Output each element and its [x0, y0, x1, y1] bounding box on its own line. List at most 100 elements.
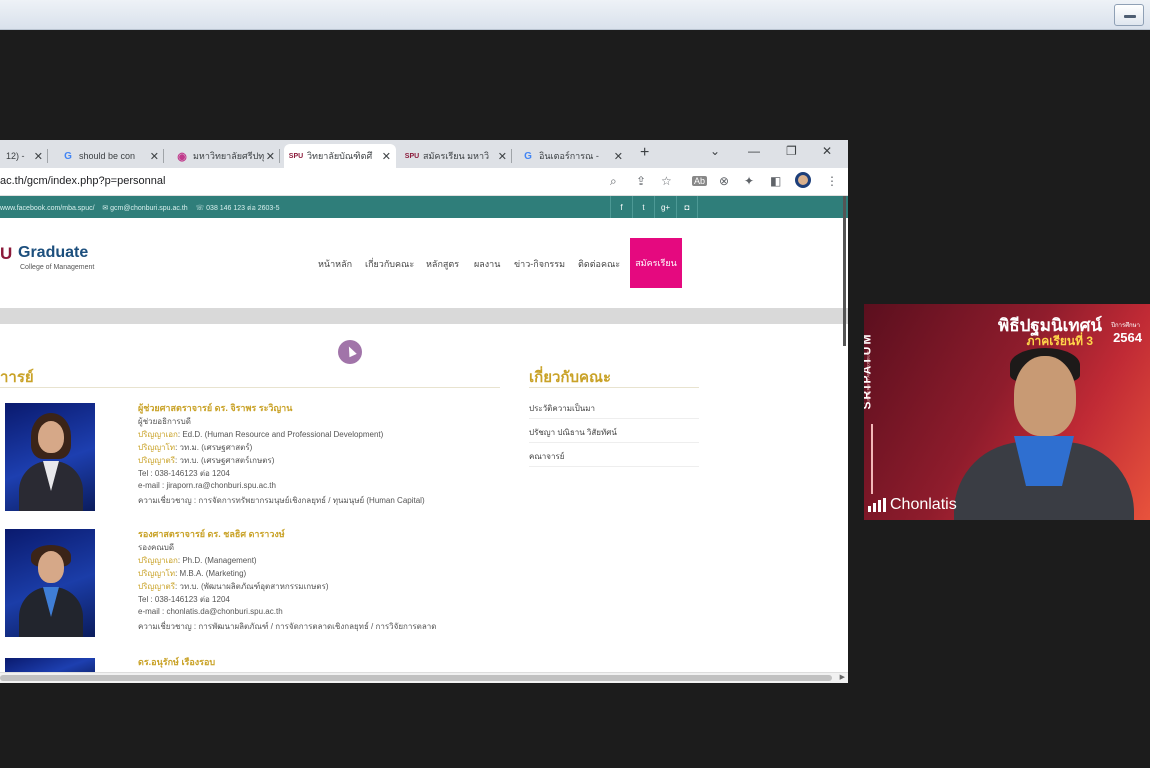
faculty-detail: ปริญญาเอก: Ed.D. (Human Resource and Pro…	[138, 430, 384, 439]
section-title: าารย์	[0, 369, 34, 386]
share-icon[interactable]: ⇪	[636, 174, 646, 188]
faculty-role: รองคณบดี	[138, 543, 175, 552]
participant-video-tile[interactable]: SRIPATUM UNIVERSITY AT CHONBURI พิธีปฐมน…	[864, 304, 1150, 520]
nav-about[interactable]: เกี่ยวกับคณะ	[365, 257, 414, 271]
phone-text: ☏ 038 146 123 ต่อ 2603-5	[195, 205, 280, 212]
address-bar[interactable]: ac.th/gcm/index.php?p=personnal ⌕ ⇪ ☆ Ab…	[0, 168, 848, 196]
contact-info: www.facebook.com/mba.spuc/ ✉ gcm@chonbur…	[0, 203, 280, 214]
scrollbar-thumb[interactable]	[0, 675, 832, 681]
apply-button[interactable]: สมัครเรียน	[630, 238, 682, 288]
twitter-icon[interactable]: t	[632, 196, 654, 218]
shared-browser-window: 12) - ✕ G should be con ✕ ◉ มหาวิทยาลัยศ…	[0, 140, 848, 683]
faculty-name[interactable]: ดร.อนุรักษ์ เรืองรอบ	[138, 655, 215, 669]
faculty-name[interactable]: รองศาสตราจารย์ ดร. ชลธิศ ดาราวงษ์	[138, 527, 285, 541]
web-page: www.facebook.com/mba.spuc/ ✉ gcm@chonbur…	[0, 196, 848, 683]
google-icon: G	[64, 150, 72, 162]
nav-works[interactable]: ผลงาน	[474, 257, 500, 271]
tab-title: อินเตอร์การณ -	[539, 151, 599, 161]
minimize-icon	[1124, 15, 1136, 18]
faculty-name[interactable]: ผู้ช่วยศาสตราจารย์ ดร. จิราพร ระวิญาน	[138, 401, 292, 415]
faculty-expertise: ความเชี่ยวชาญ : การพัฒนาผลิตภัณฑ์ / การจ…	[138, 622, 437, 631]
browser-tab[interactable]: G อินเตอร์การณ - ✕	[516, 144, 628, 168]
scroll-right-icon[interactable]: ▶	[840, 673, 845, 681]
tab-title: should be con	[79, 151, 136, 161]
browser-tab[interactable]: G should be con ✕	[56, 144, 164, 168]
host-app-titlebar	[0, 0, 1150, 30]
instagram-icon[interactable]: ◘	[676, 196, 698, 218]
close-tab-icon[interactable]: ✕	[150, 150, 159, 163]
browser-tab[interactable]: SPU สมัครเรียน มหาวิ ✕	[400, 144, 512, 168]
sidebar-item-faculty[interactable]: คณาจารย์	[529, 450, 564, 463]
close-tab-icon[interactable]: ✕	[34, 150, 43, 163]
logo-mark[interactable]: U	[0, 244, 12, 264]
participant-face	[1014, 356, 1076, 436]
faculty-email[interactable]: e-mail : jiraporn.ra@chonburi.spu.ac.th	[138, 481, 276, 490]
spu-icon: SPU	[404, 152, 420, 160]
zoom-icon[interactable]: ⌕	[610, 174, 617, 189]
email-link[interactable]: ✉ gcm@chonburi.spu.ac.th	[102, 205, 187, 212]
profile-avatar[interactable]	[795, 172, 811, 188]
faculty-detail: ปริญญาตรี: วท.บ. (เศรษฐศาสตร์เกษตร)	[138, 456, 275, 465]
restore-icon[interactable]: ❐	[786, 144, 797, 158]
tab-strip: 12) - ✕ G should be con ✕ ◉ มหาวิทยาลัยศ…	[0, 140, 848, 168]
faculty-photo	[5, 529, 95, 637]
url-text[interactable]: ac.th/gcm/index.php?p=personnal	[0, 175, 165, 187]
google-icon: G	[524, 150, 532, 162]
nav-news[interactable]: ข่าว-กิจกรรม	[514, 257, 565, 271]
participant-label: Chonlatis	[868, 494, 957, 516]
nav-home[interactable]: หน้าหลัก	[318, 257, 352, 271]
minimize-window-button[interactable]	[1114, 4, 1144, 26]
faculty-detail: ปริญญาโท: วท.ม. (เศรษฐศาสตร์)	[138, 443, 253, 452]
year-value: 2564	[1113, 330, 1142, 345]
faculty-email[interactable]: e-mail : chonlatis.da@chonburi.spu.ac.th	[138, 607, 283, 616]
faculty-phone: Tel : 038-146123 ต่อ 1204	[138, 469, 230, 478]
side-panel-icon[interactable]: ◧	[770, 174, 781, 188]
divider	[529, 418, 699, 419]
site-topbar: www.facebook.com/mba.spuc/ ✉ gcm@chonbur…	[0, 196, 848, 218]
close-tab-icon[interactable]: ✕	[266, 150, 275, 163]
mouse-cursor	[338, 340, 362, 364]
signal-strength-icon	[868, 498, 886, 512]
nav-contact[interactable]: ติดต่อคณะ	[578, 257, 620, 271]
close-tab-icon[interactable]: ✕	[498, 150, 507, 163]
faculty-photo	[5, 403, 95, 511]
nav-programs[interactable]: หลักสูตร	[426, 257, 459, 271]
tab-title: วิทยาลัยบัณฑิตศึ	[307, 151, 373, 161]
page-banner-strip	[0, 308, 848, 324]
extension-icon[interactable]: ⊗	[719, 174, 729, 188]
menu-icon[interactable]: ⋮	[826, 174, 838, 188]
tab-title: มหาวิทยาลัยศรีปทุ	[193, 151, 265, 161]
university-icon: ◉	[177, 150, 187, 163]
extension-icon[interactable]: Ab	[692, 176, 708, 186]
minimize-icon[interactable]: —	[748, 144, 760, 158]
sidebar-item-philosophy[interactable]: ปรัชญา ปณิธาน วิสัยทัศน์	[529, 426, 617, 439]
divider	[529, 442, 699, 443]
google-plus-icon[interactable]: g+	[654, 196, 676, 218]
logo-title[interactable]: Graduate	[18, 244, 88, 262]
puzzle-icon[interactable]: ✦	[744, 174, 754, 188]
faculty-phone: Tel : 038-146123 ต่อ 1204	[138, 595, 230, 604]
site-header: U Graduate College of Management หน้าหลั…	[0, 218, 848, 308]
faculty-expertise: ความเชี่ยวชาญ : การจัดการทรัพยากรมนุษย์เ…	[138, 496, 425, 505]
faculty-detail: ปริญญาตรี: วท.บ. (พัฒนาผลิตภัณฑ์อุตสาหกร…	[138, 582, 329, 591]
tab-search-icon[interactable]: ⌄	[710, 144, 720, 158]
horizontal-scrollbar[interactable]: ▶	[0, 672, 848, 683]
close-tab-icon[interactable]: ✕	[382, 150, 391, 163]
bookmark-star-icon[interactable]: ☆	[661, 174, 672, 188]
sidebar-item-history[interactable]: ประวัติความเป็นมา	[529, 402, 595, 415]
browser-tab[interactable]: ◉ มหาวิทยาลัยศรีปทุ ✕	[170, 144, 280, 168]
facebook-link[interactable]: www.facebook.com/mba.spuc/	[0, 205, 95, 212]
divider	[529, 387, 699, 388]
browser-tab[interactable]: 12) - ✕	[0, 144, 48, 168]
tab-title: สมัครเรียน มหาวิ	[423, 151, 490, 161]
browser-tab-active[interactable]: SPU วิทยาลัยบัณฑิตศึ ✕	[284, 144, 396, 168]
divider	[0, 387, 500, 388]
close-window-icon[interactable]: ✕	[822, 144, 832, 158]
facebook-icon[interactable]: f	[610, 196, 632, 218]
brand-subtext: UNIVERSITY AT CHONBURI	[865, 350, 871, 403]
tab-title: 12) -	[6, 151, 25, 161]
close-tab-icon[interactable]: ✕	[614, 150, 623, 163]
faculty-detail: ปริญญาเอก: Ph.D. (Management)	[138, 556, 257, 565]
new-tab-button[interactable]: +	[640, 144, 649, 162]
faculty-role: ผู้ช่วยอธิการบดี	[138, 417, 191, 426]
